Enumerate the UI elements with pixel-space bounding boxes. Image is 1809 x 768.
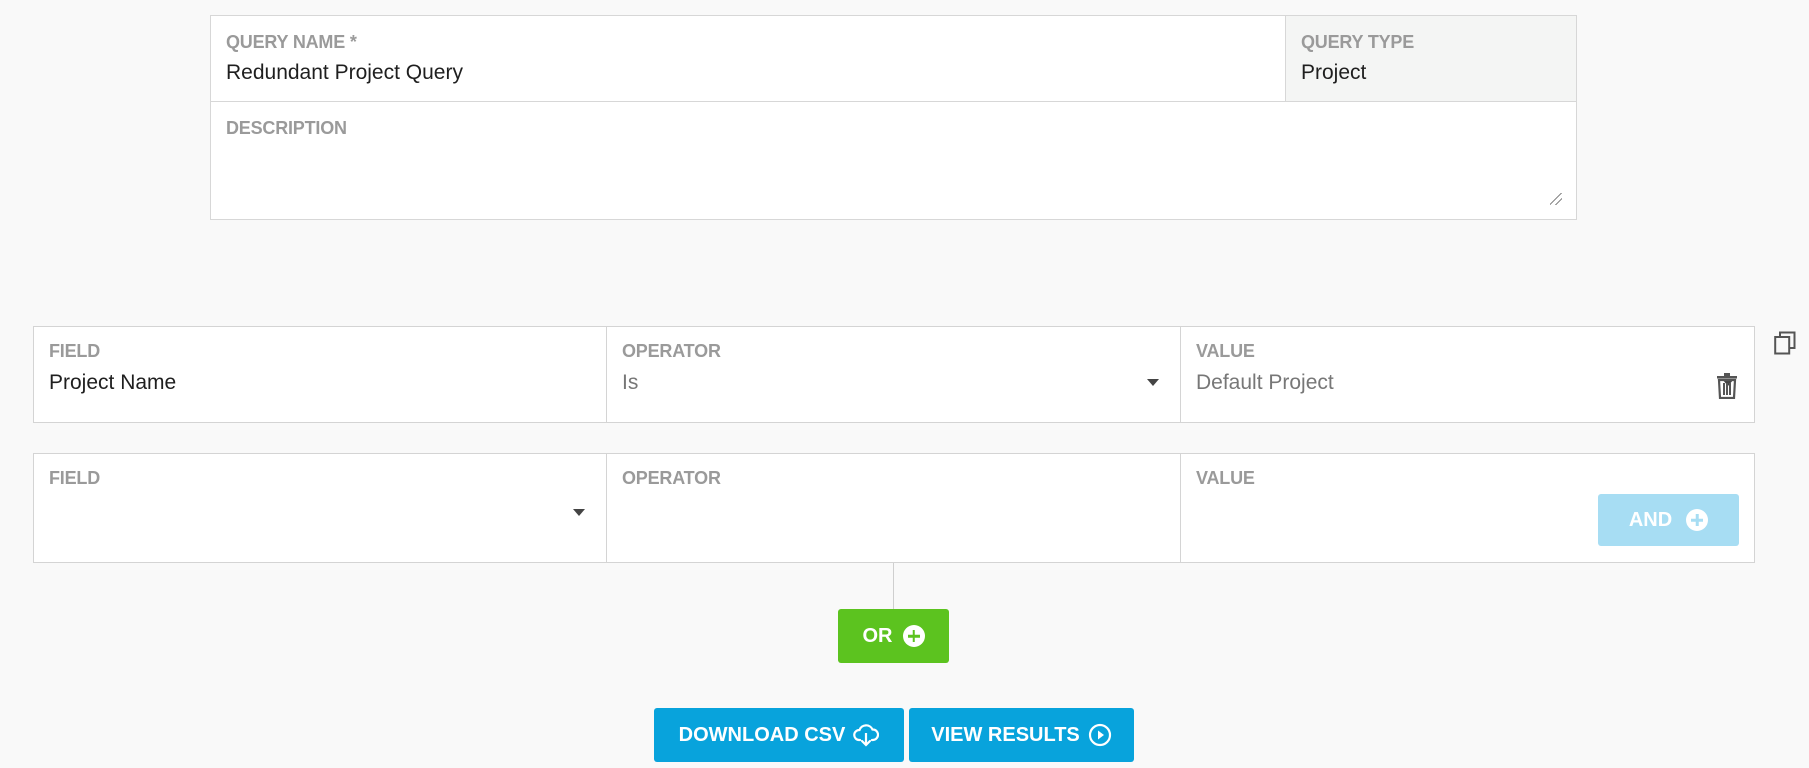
download-csv-button[interactable]: DOWNLOAD CSV: [654, 708, 904, 762]
rule-field-cell[interactable]: FIELD: [34, 454, 607, 562]
rule-value-cell: VALUE AND: [1181, 454, 1754, 562]
query-type-field: QUERY TYPE Project: [1286, 16, 1576, 102]
or-button-label: OR: [862, 624, 893, 647]
description-field[interactable]: DESCRIPTION: [211, 102, 1576, 219]
rule-row: FIELD OPERATOR VALUE AND: [33, 453, 1755, 563]
view-results-button[interactable]: VIEW RESULTS: [909, 708, 1134, 762]
chevron-down-icon[interactable]: [573, 509, 585, 516]
value-label: VALUE: [1196, 341, 1255, 361]
trash-icon[interactable]: [1716, 373, 1738, 399]
plus-circle-icon: [1686, 509, 1709, 531]
and-button-label: AND: [1628, 508, 1673, 531]
rule-value-cell[interactable]: VALUE Default Project: [1181, 327, 1754, 422]
play-circle-icon: [1088, 723, 1111, 747]
plus-circle-icon: [902, 625, 925, 647]
operator-label: OPERATOR: [622, 468, 721, 488]
add-or-group-button[interactable]: OR: [838, 609, 949, 663]
field-value[interactable]: Project Name: [49, 371, 176, 395]
or-connector-line: [893, 563, 894, 609]
query-details-panel: QUERY NAME * Redundant Project Query QUE…: [210, 15, 1577, 220]
value-select[interactable]: Default Project: [1196, 371, 1334, 395]
chevron-down-icon[interactable]: [1147, 379, 1159, 386]
query-name-field[interactable]: QUERY NAME * Redundant Project Query: [211, 16, 1286, 102]
rule-row: FIELD Project Name OPERATOR Is VALUE Def…: [33, 326, 1755, 423]
view-results-label: VIEW RESULTS: [931, 723, 1080, 746]
rule-operator-cell: OPERATOR: [607, 454, 1181, 562]
operator-label: OPERATOR: [622, 341, 721, 361]
add-and-condition-button[interactable]: AND: [1598, 494, 1739, 546]
copy-icon[interactable]: [1774, 331, 1796, 355]
value-label: VALUE: [1196, 468, 1255, 488]
rule-operator-cell[interactable]: OPERATOR Is: [607, 327, 1181, 422]
rule-field-cell[interactable]: FIELD Project Name: [34, 327, 607, 422]
query-name-input[interactable]: Redundant Project Query: [226, 61, 463, 85]
field-label: FIELD: [49, 468, 100, 488]
field-label: FIELD: [49, 341, 100, 361]
query-name-label: QUERY NAME *: [226, 32, 357, 52]
resize-handle-icon[interactable]: [1550, 193, 1562, 205]
cloud-download-icon: [853, 724, 880, 747]
download-button-label: DOWNLOAD CSV: [678, 723, 846, 746]
description-label: DESCRIPTION: [226, 118, 347, 138]
query-type-value: Project: [1301, 61, 1367, 84]
operator-select[interactable]: Is: [622, 371, 638, 395]
query-type-label: QUERY TYPE: [1301, 32, 1415, 52]
